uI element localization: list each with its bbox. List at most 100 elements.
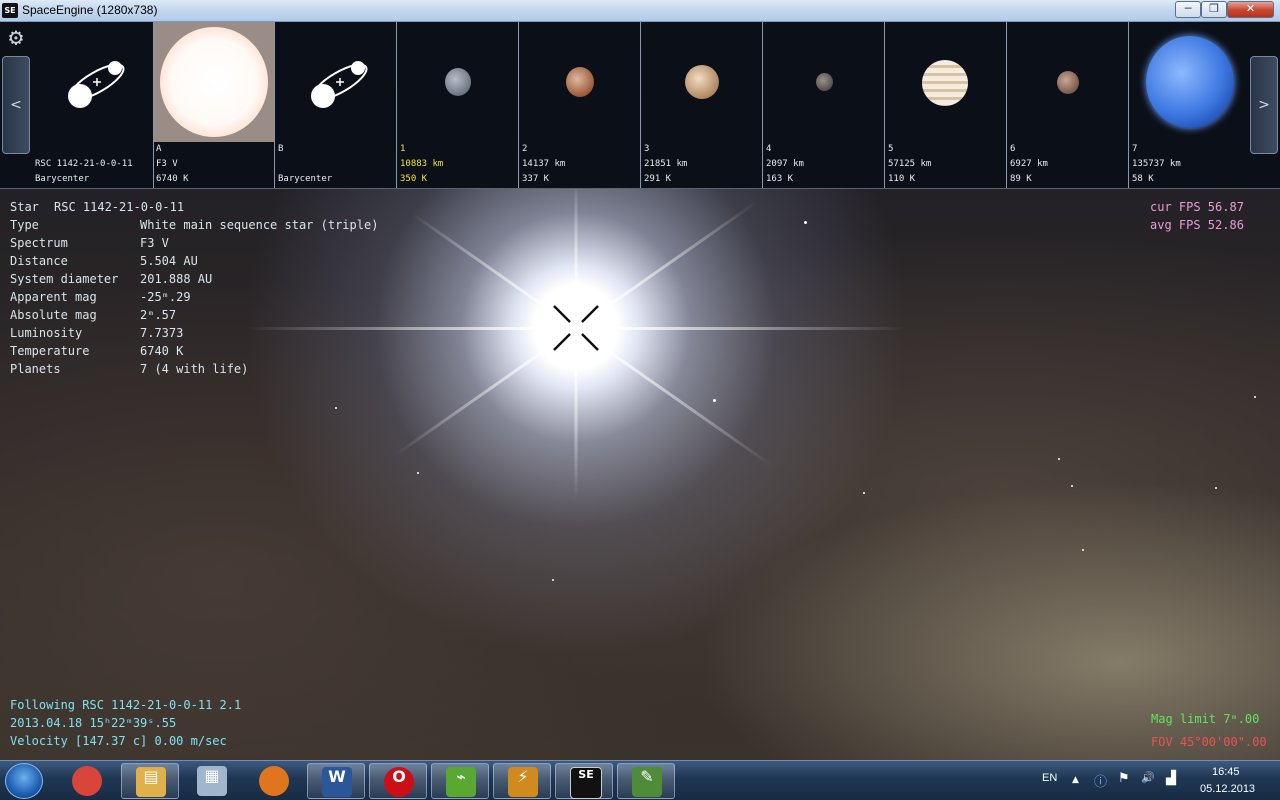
- strip-item-radius: 57125 km: [888, 159, 932, 169]
- gear-icon[interactable]: ⚙: [2, 23, 30, 51]
- start-button[interactable]: [5, 763, 43, 799]
- strip-item-temperature: 58 K: [1132, 174, 1154, 184]
- strip-prev-button[interactable]: <: [2, 56, 30, 154]
- volume-icon[interactable]: 🔊: [1141, 771, 1155, 784]
- strip-item-planet-2[interactable]: 2 14137 km 337 K: [520, 22, 641, 188]
- strip-next-button[interactable]: >: [1250, 56, 1278, 154]
- strip-item-planet-4[interactable]: 4 2097 km 163 K: [764, 22, 885, 188]
- minimize-button[interactable]: ─: [1175, 1, 1201, 18]
- strip-item-index: 4: [766, 144, 772, 154]
- strip-item-temperature: 337 K: [522, 174, 550, 184]
- strip-item-planet-5[interactable]: 5 57125 km 110 K: [886, 22, 1007, 188]
- strip-item-radius: 10883 km: [400, 159, 444, 169]
- calculator-icon: ▦: [197, 766, 227, 796]
- info-value-type: White main sequence star (triple): [140, 218, 379, 232]
- star-label: Star: [10, 200, 39, 214]
- field-of-view: FOV 45°00'00".00: [1151, 735, 1267, 749]
- language-indicator[interactable]: EN: [1042, 772, 1057, 784]
- clock-time[interactable]: 16:45: [1212, 766, 1240, 778]
- strip-item-barycenter-b[interactable]: B Barycenter: [276, 22, 397, 188]
- taskbar-chrome[interactable]: [58, 763, 116, 799]
- background-star: [552, 579, 554, 581]
- info-key-luminosity: Luminosity: [10, 326, 83, 340]
- strip-item-planet-1[interactable]: 1 10883 km 350 K: [398, 22, 519, 188]
- taskbar-word[interactable]: W: [307, 763, 365, 799]
- planet-2-thumbnail: [566, 67, 594, 97]
- info-value-system-diameter: 201.888 AU: [140, 272, 213, 286]
- word-icon: W: [322, 767, 352, 797]
- close-button[interactable]: ✕: [1227, 1, 1274, 18]
- strip-item-temperature: 6740 K: [156, 174, 189, 184]
- info-value-absolute-mag: 2ᵐ.57: [140, 308, 177, 322]
- strip-item-index: 1: [400, 144, 406, 154]
- background-star: [1215, 487, 1217, 489]
- strip-item-radius: 21851 km: [644, 159, 688, 169]
- planet-1-thumbnail: [445, 68, 471, 96]
- spaceengine-icon: SE: [570, 767, 602, 799]
- spaceengine-app-icon: SE: [2, 3, 18, 18]
- info-value-luminosity: 7.7373: [140, 326, 184, 340]
- strip-item-planet-3[interactable]: 3 21851 km 291 K: [642, 22, 763, 188]
- following-status: Following RSC 1142-21-0-0-11 2.1: [10, 698, 242, 712]
- taskbar-calculator[interactable]: ▦: [183, 763, 241, 799]
- window-title: SpaceEngine (1280x738): [22, 3, 158, 17]
- strip-item-planet-7[interactable]: 7 135737 km 58 K: [1130, 22, 1250, 188]
- barycenter-icon: [68, 61, 125, 108]
- background-star: [1254, 396, 1256, 398]
- sun-ray: [575, 201, 758, 330]
- taskbar-winamp[interactable]: ⚡: [493, 763, 551, 799]
- background-star: [1071, 485, 1073, 487]
- action-center-flag-icon[interactable]: ⚑: [1118, 771, 1130, 786]
- background-star: [1058, 458, 1060, 460]
- planet-6-thumbnail: [1057, 71, 1079, 94]
- strip-item-index: A: [156, 144, 162, 154]
- strip-item-type: Barycenter: [35, 174, 90, 184]
- velocity-readout: Velocity [147.37 c] 0.00 m/sec: [10, 734, 227, 748]
- info-value-apparent-mag: -25ᵐ.29: [140, 290, 191, 304]
- notepad-icon: ✎: [632, 767, 662, 797]
- strip-item-class: F3 V: [156, 159, 178, 169]
- strip-item-temperature: 89 K: [1010, 174, 1032, 184]
- average-fps: avg FPS 52.86: [1150, 218, 1244, 232]
- taskbar-opera[interactable]: O: [369, 763, 427, 799]
- info-key-temperature: Temperature: [10, 344, 90, 358]
- tray-expand-icon[interactable]: ▲: [1072, 775, 1079, 785]
- star-a-thumbnail: [154, 22, 274, 142]
- info-key-spectrum: Spectrum: [10, 236, 68, 250]
- strip-item-index: B: [278, 144, 284, 154]
- background-star: [804, 221, 807, 224]
- info-icon[interactable]: ⓘ: [1094, 771, 1107, 790]
- sun-ray: [246, 327, 576, 330]
- object-strip: ⚙ < RSC 1142-21-0-0-11 Barycenter A F3 V…: [0, 22, 1280, 189]
- strip-item-index: 6: [1010, 144, 1016, 154]
- clock-date[interactable]: 05.12.2013: [1200, 783, 1255, 795]
- info-key-planets: Planets: [10, 362, 61, 376]
- taskbar-spaceengine[interactable]: SE: [555, 763, 613, 799]
- strip-item-star-a[interactable]: A F3 V 6740 K: [154, 22, 275, 188]
- background-star: [335, 407, 337, 409]
- magnitude-limit: Mag limit 7ᵐ.00: [1151, 712, 1260, 726]
- info-value-spectrum: F3 V: [140, 236, 169, 250]
- background-star: [863, 492, 865, 494]
- strip-item-temperature: 291 K: [644, 174, 672, 184]
- strip-item-type: Barycenter: [278, 174, 333, 184]
- winamp-icon: ⚡: [508, 767, 538, 797]
- strip-item-planet-6[interactable]: 6 6927 km 89 K: [1008, 22, 1129, 188]
- barycenter-icon: [311, 61, 368, 108]
- strip-item-index: 3: [644, 144, 650, 154]
- taskbar-network-app[interactable]: ⌁: [431, 763, 489, 799]
- strip-item-barycenter[interactable]: RSC 1142-21-0-0-11 Barycenter: [33, 22, 154, 188]
- background-star: [1082, 549, 1084, 551]
- info-key-system-diameter: System diameter: [10, 272, 119, 286]
- strip-item-name: RSC 1142-21-0-0-11: [35, 159, 133, 169]
- taskbar-firefox[interactable]: [245, 763, 303, 799]
- network-signal-icon[interactable]: ▟: [1166, 771, 1176, 786]
- taskbar-notepad[interactable]: ✎: [617, 763, 675, 799]
- maximize-button[interactable]: ❐: [1201, 1, 1227, 18]
- strip-item-index: 2: [522, 144, 528, 154]
- taskbar-explorer[interactable]: ▤: [121, 763, 179, 799]
- strip-item-index: 7: [1132, 144, 1138, 154]
- strip-item-index: 5: [888, 144, 894, 154]
- window-title-bar[interactable]: SE SpaceEngine (1280x738) ─ ❐ ✕: [0, 0, 1280, 22]
- simulation-datetime: 2013.04.18 15ʰ22ᵐ39ˢ.55: [10, 716, 177, 730]
